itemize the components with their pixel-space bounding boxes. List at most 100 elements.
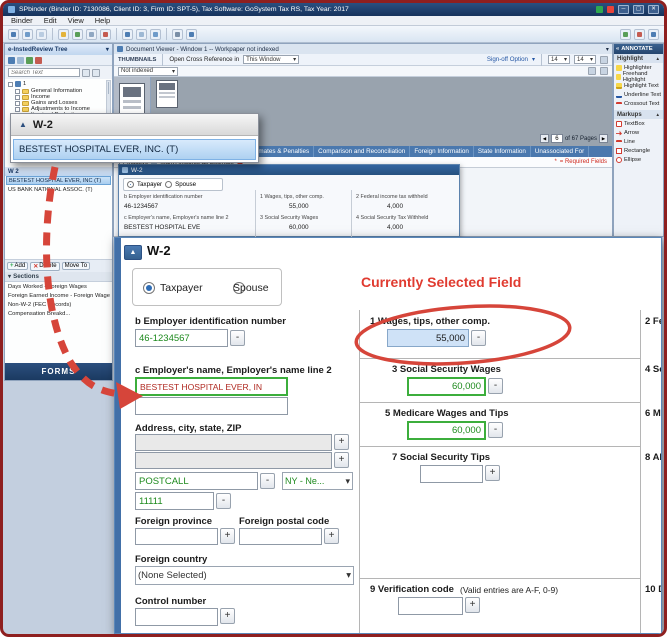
w2-list-item[interactable]: US BANK NATIONAL ASSOC. (T) (6, 185, 111, 194)
wages-minus-button[interactable]: - (471, 330, 486, 346)
zip-input[interactable]: 11111 (135, 492, 214, 510)
doc-toolbar-icon[interactable] (600, 67, 608, 75)
medicare-minus-button[interactable]: - (488, 422, 503, 438)
thumbnails-tab[interactable]: THUMBNAILS (118, 57, 156, 63)
section-item[interactable]: Days Worked - Foreign Wages (8, 284, 110, 290)
tab-comparison-reconciliation[interactable]: Comparison and Reconciliation (314, 146, 410, 157)
popup-selected-item[interactable]: BESTEST HOSPITAL EVER, INC. (T) (13, 139, 256, 160)
toolbar-icon[interactable] (100, 29, 111, 40)
zip-minus-button[interactable]: - (216, 493, 231, 509)
spouse-radio[interactable] (165, 181, 172, 188)
tab-unassociated-forms[interactable]: Unassociated For (531, 146, 589, 157)
mini-ss-tax-value[interactable]: 4,000 (387, 224, 403, 231)
section-item[interactable]: Compensation Breakd... (8, 311, 110, 317)
checkbox-icon[interactable] (15, 95, 20, 100)
tool-arrow[interactable]: Arrow (614, 128, 663, 137)
city-minus-button[interactable]: - (260, 473, 275, 489)
foreign-province-plus-button[interactable]: + (220, 528, 235, 544)
toolbar-icon[interactable] (150, 29, 161, 40)
highlight-section-header[interactable]: Highlight ▲ (614, 54, 663, 63)
delete-button[interactable]: ✕Delete (30, 262, 59, 271)
index-status-dropdown[interactable]: Not indexed▾ (118, 67, 178, 76)
section-item[interactable]: Non-W-2 (FEC Records) (8, 302, 110, 308)
checkbox-icon[interactable] (15, 89, 20, 94)
foreign-postal-input[interactable] (239, 528, 322, 545)
address-line2-input[interactable] (135, 452, 332, 469)
section-item[interactable]: Foreign Earned Income - Foreign Wages (8, 293, 110, 299)
titlebar-red-icon[interactable] (607, 6, 614, 13)
document-page[interactable] (156, 80, 178, 108)
ein-minus-button[interactable]: - (230, 330, 245, 346)
chevron-down-icon[interactable]: ▾ (106, 46, 109, 53)
state-dropdown[interactable]: NY - Ne... ▾ (282, 472, 353, 490)
tab-foreign-information[interactable]: Foreign Information (410, 146, 474, 157)
foreign-postal-plus-button[interactable]: + (324, 528, 339, 544)
tool-underline-text[interactable]: Underline Text (614, 90, 663, 99)
mini-ss-wages-value[interactable]: 60,000 (289, 224, 309, 231)
markups-section-header[interactable]: Markups ▲ (614, 110, 663, 119)
tree-scrollbar[interactable] (106, 80, 111, 116)
toolbar-icon[interactable] (172, 29, 183, 40)
sign-off-option-link[interactable]: Sign-off Option (487, 56, 528, 63)
tree-toolbar-icon[interactable] (17, 57, 24, 64)
tab-state-information[interactable]: State Information (474, 146, 531, 157)
add-button[interactable]: +Add (7, 262, 28, 270)
doc-toolbar-icon[interactable] (600, 56, 608, 64)
toolbar-icon[interactable] (36, 29, 47, 40)
close-icon[interactable]: ✕ (648, 5, 659, 14)
tool-ellipse[interactable]: Ellipse (614, 155, 663, 164)
checkbox-icon[interactable] (15, 107, 20, 112)
tree-toolbar-icon[interactable] (8, 57, 15, 64)
medicare-input[interactable]: 60,000 (407, 421, 486, 440)
mini-federal-value[interactable]: 4,000 (387, 203, 403, 210)
employer-name-input[interactable]: BESTEST HOSPITAL EVER, IN (135, 377, 288, 396)
collapse-panel-icon[interactable]: « (616, 46, 619, 52)
search-icon[interactable] (82, 69, 90, 77)
ein-input[interactable]: 46-1234567 (135, 329, 228, 347)
tool-freehand-highlight[interactable]: Freehand Highlight (614, 72, 663, 81)
move-to-button[interactable]: Move To (62, 262, 91, 270)
control-number-input[interactable] (135, 608, 218, 626)
city-input[interactable]: POSTCALL (135, 472, 258, 490)
font-size-dropdown[interactable]: 14▾ (574, 55, 596, 64)
tool-rectangle[interactable]: Rectangle (614, 146, 663, 155)
tree-root[interactable]: 1 (8, 81, 26, 87)
toolbar-icon[interactable] (648, 29, 659, 40)
toolbar-icon[interactable] (8, 29, 19, 40)
tool-line[interactable]: Line (614, 137, 663, 146)
address-line1-input[interactable] (135, 434, 332, 451)
chevron-down-icon[interactable]: ▾ (606, 46, 609, 53)
menu-help[interactable]: Help (95, 16, 110, 25)
mini-wages-value[interactable]: 55,000 (289, 203, 309, 210)
font-size-dropdown[interactable]: 14▾ (548, 55, 570, 64)
ss-wages-minus-button[interactable]: - (488, 378, 503, 394)
ss-wages-input[interactable]: 60,000 (407, 377, 486, 396)
maximize-icon[interactable]: ▢ (633, 5, 644, 14)
menu-binder[interactable]: Binder (11, 16, 33, 25)
current-page-input[interactable]: 6 (551, 134, 563, 143)
control-number-plus-button[interactable]: + (220, 608, 235, 624)
doc-toolbar-icon[interactable] (588, 67, 596, 75)
verification-code-plus-button[interactable]: + (465, 597, 480, 613)
checkbox-icon[interactable] (15, 101, 20, 106)
foreign-country-dropdown[interactable]: (None Selected) ▾ (135, 566, 354, 585)
address-plus-button[interactable]: + (334, 434, 349, 450)
foreign-province-input[interactable] (135, 528, 218, 545)
collapse-up-button[interactable]: ▲ (124, 245, 142, 260)
toolbar-icon[interactable] (186, 29, 197, 40)
next-page-button[interactable]: ▶ (599, 134, 608, 143)
ss-tips-input[interactable] (420, 465, 483, 483)
chevron-down-icon[interactable]: ▾ (532, 56, 535, 63)
previous-page-button[interactable]: ◀ (540, 134, 549, 143)
tool-highlight-text[interactable]: Highlight Text (614, 81, 663, 90)
toolbar-icon[interactable] (58, 29, 69, 40)
checkbox-icon[interactable] (8, 82, 13, 87)
titlebar-green-icon[interactable] (596, 6, 603, 13)
employer-name-line2-input[interactable] (135, 397, 288, 415)
toolbar-icon[interactable] (620, 29, 631, 40)
search-input[interactable] (8, 68, 80, 77)
minimize-icon[interactable]: ─ (618, 5, 629, 14)
toolbar-icon[interactable] (122, 29, 133, 40)
toolbar-icon[interactable] (136, 29, 147, 40)
tool-textbox[interactable]: TextBox (614, 119, 663, 128)
